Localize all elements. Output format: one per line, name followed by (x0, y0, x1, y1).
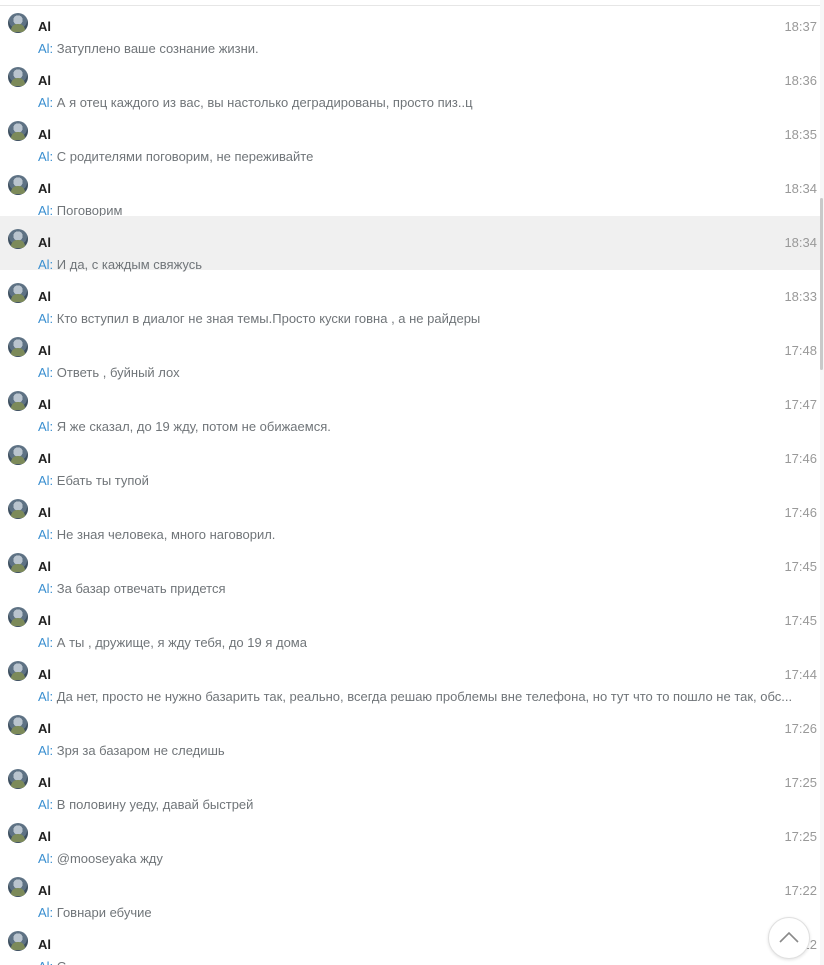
scrollbar[interactable] (820, 0, 824, 965)
message-author: Al (38, 775, 51, 790)
message-row[interactable]: Al 17:46 Al: Ебать ты тупой (0, 432, 820, 488)
message-time: 18:36 (784, 73, 817, 88)
avatar[interactable] (8, 877, 28, 897)
message-author: Al (38, 451, 51, 466)
avatar[interactable] (8, 715, 28, 735)
message-time: 17:46 (784, 505, 817, 520)
message-row[interactable]: Al 17:25 Al: В половину уеду, давай быстре… (0, 756, 820, 812)
message-author: Al (38, 181, 51, 196)
message-time: 18:35 (784, 127, 817, 142)
message-row[interactable]: Al 17:26 Al: Зря за базаром не следишь (0, 702, 820, 758)
avatar[interactable] (8, 175, 28, 195)
message-author: Al (38, 343, 51, 358)
message-row[interactable]: Al 18:35 Al: С родителями поговорим, не пе… (0, 108, 820, 164)
message-author: Al (38, 235, 51, 250)
avatar[interactable] (8, 553, 28, 573)
message-row[interactable]: Al 18:34 Al: И да, с каждым свяжусь (0, 216, 820, 272)
message-author: Al (38, 397, 51, 412)
message-row[interactable]: Al 17:25 Al: @mooseyaka жду (0, 810, 820, 866)
message-author: Al (38, 613, 51, 628)
message-row[interactable]: Al 17:48 Al: Ответь , буйный лох (0, 324, 820, 380)
message-time: 17:45 (784, 613, 817, 628)
avatar[interactable] (8, 769, 28, 789)
message-row[interactable]: Al 18:33 Al: Кто вступил в диалог не зная … (0, 270, 820, 326)
message-text: С... (53, 959, 77, 965)
message-author: Al (38, 505, 51, 520)
message-author: Al (38, 19, 51, 34)
message-author: Al (38, 883, 51, 898)
message-time: 17:47 (784, 397, 817, 412)
message-list[interactable]: Al 18:37 Al: Затуплено ваше сознание жизни… (0, 0, 820, 965)
message-author: Al (38, 937, 51, 952)
message-time: 18:34 (784, 235, 817, 250)
message-row[interactable]: Al 17:44 Al: Да нет, просто не нужно базар… (0, 648, 820, 704)
avatar[interactable] (8, 931, 28, 951)
message-row[interactable]: Al 17:46 Al: Не зная человека, много нагов… (0, 486, 820, 542)
avatar[interactable] (8, 445, 28, 465)
message-time: 17:48 (784, 343, 817, 358)
message-row[interactable]: Al 17:45 Al: А ты , дружище, я жду тебя, д… (0, 594, 820, 650)
message-time: 17:45 (784, 559, 817, 574)
message-time: 18:37 (784, 19, 817, 34)
message-author: Al (38, 289, 51, 304)
avatar[interactable] (8, 607, 28, 627)
scrollbar-thumb[interactable] (820, 198, 823, 370)
message-time: 17:25 (784, 775, 817, 790)
message-time: 17:46 (784, 451, 817, 466)
avatar[interactable] (8, 391, 28, 411)
message-row[interactable]: Al 17:45 Al: За базар отвечать придется (0, 540, 820, 596)
avatar[interactable] (8, 283, 28, 303)
message-author: Al (38, 667, 51, 682)
message-preview: Al: С... (38, 959, 814, 965)
message-row[interactable]: Al17:22Al: С... (0, 918, 820, 965)
message-row[interactable]: Al 17:47 Al: Я же сказал, до 19 жду, потом… (0, 378, 820, 434)
avatar[interactable] (8, 823, 28, 843)
message-row[interactable]: Al 17:22 Al: Говнари ебучие (0, 864, 820, 920)
message-time: 17:44 (784, 667, 817, 682)
message-time: 18:33 (784, 289, 817, 304)
message-author: Al (38, 559, 51, 574)
avatar[interactable] (8, 67, 28, 87)
avatar[interactable] (8, 121, 28, 141)
message-author: Al (38, 73, 51, 88)
message-row[interactable]: Al 18:34 Al: Поговорим (0, 162, 820, 218)
message-time: 18:34 (784, 181, 817, 196)
message-time: 17:25 (784, 829, 817, 844)
avatar[interactable] (8, 13, 28, 33)
avatar[interactable] (8, 499, 28, 519)
message-row[interactable]: Al 18:37 Al: Затуплено ваше сознание жизни… (0, 0, 820, 56)
message-author: Al (38, 829, 51, 844)
message-sender: Al: (38, 959, 53, 965)
message-row[interactable]: Al 18:36 Al: А я отец каждого из вас, вы н… (0, 54, 820, 110)
avatar[interactable] (8, 337, 28, 357)
avatar[interactable] (8, 661, 28, 681)
message-author: Al (38, 127, 51, 142)
message-author: Al (38, 721, 51, 736)
scroll-to-top-button[interactable] (768, 917, 810, 959)
message-time: 17:22 (784, 883, 817, 898)
avatar[interactable] (8, 229, 28, 249)
message-time: 17:26 (784, 721, 817, 736)
